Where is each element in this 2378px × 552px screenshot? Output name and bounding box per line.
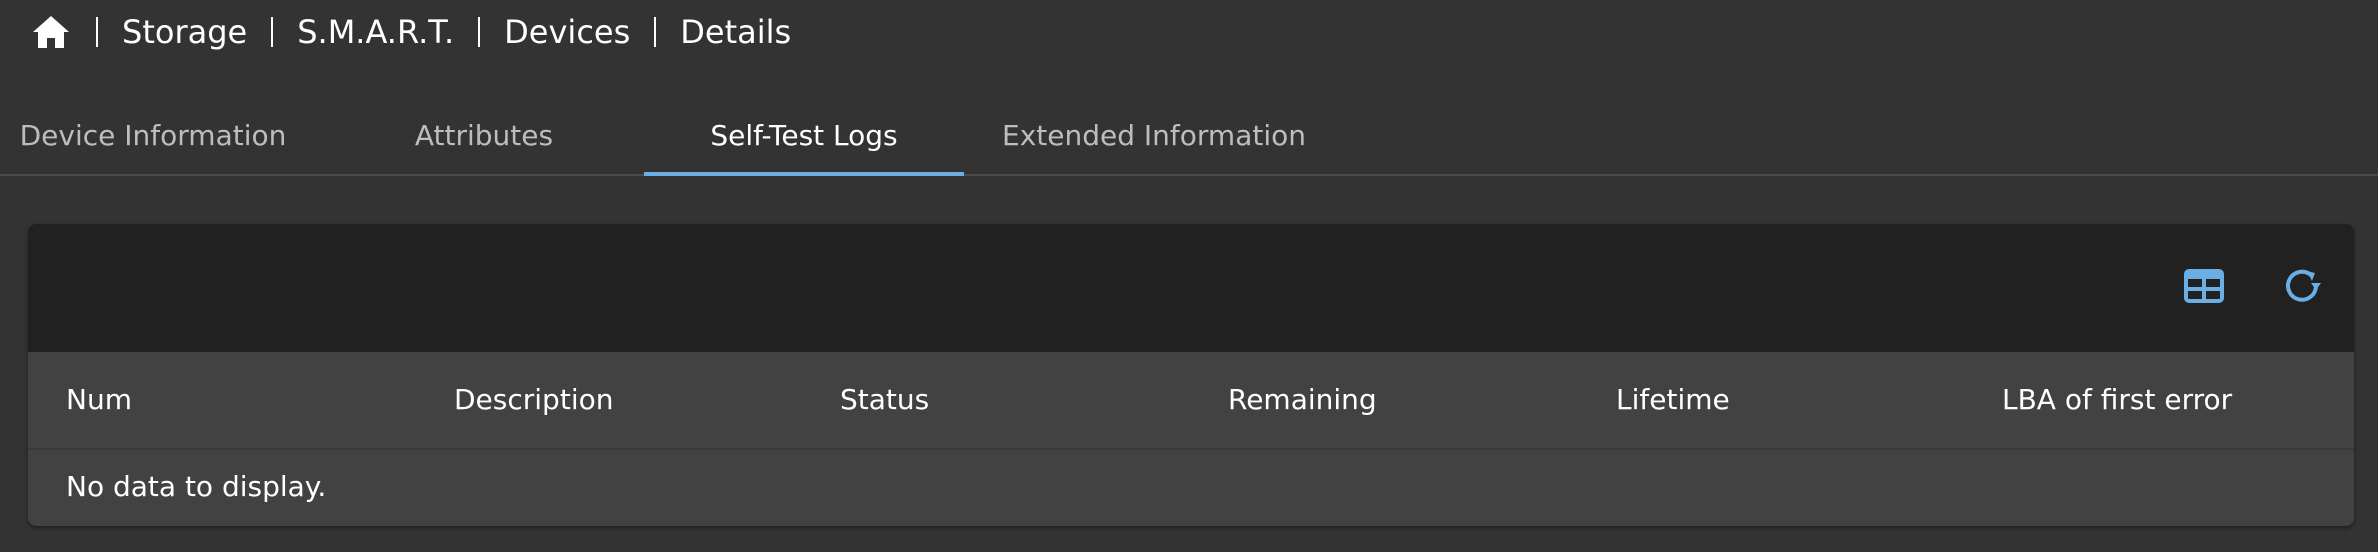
breadcrumb-separator (271, 17, 274, 47)
refresh-button[interactable] (2276, 262, 2328, 314)
table-empty-row: No data to display. (28, 450, 2354, 524)
table-columns-icon (2184, 269, 2224, 307)
tab-extended-information[interactable]: Extended Information (996, 96, 1312, 174)
tab-attributes-label: Attributes (414, 118, 554, 152)
breadcrumb-storage-label[interactable]: Storage (122, 13, 247, 51)
column-header-status[interactable]: Status (840, 383, 929, 416)
active-tab-indicator (644, 172, 964, 176)
tab-self-test-logs[interactable]: Self-Test Logs (644, 96, 964, 176)
tab-device-information[interactable]: Device Information (0, 96, 306, 174)
column-header-description[interactable]: Description (454, 383, 613, 416)
breadcrumb: Storage S.M.A.R.T. Devices Details (30, 12, 815, 52)
breadcrumb-details-label: Details (680, 13, 792, 51)
breadcrumb-details: Details (654, 13, 815, 51)
empty-message: No data to display. (66, 470, 327, 503)
breadcrumb-storage[interactable]: Storage (96, 13, 271, 51)
breadcrumb-separator (478, 17, 481, 47)
breadcrumb-separator (654, 17, 657, 47)
breadcrumb-smart-label[interactable]: S.M.A.R.T. (297, 13, 454, 51)
tab-device-information-label: Device Information (19, 118, 287, 152)
tab-attributes[interactable]: Attributes (356, 96, 612, 174)
tab-self-test-logs-label: Self-Test Logs (710, 118, 898, 152)
tab-bar: Device Information Attributes Self-Test … (0, 96, 2378, 176)
table-header-row: Num Description Status Remaining Lifetim… (28, 351, 2354, 449)
breadcrumb-devices-label[interactable]: Devices (504, 13, 630, 51)
table-columns-button[interactable] (2178, 262, 2230, 314)
breadcrumb-separator (96, 17, 98, 47)
table-toolbar (28, 224, 2354, 352)
breadcrumb-devices[interactable]: Devices (478, 13, 654, 51)
column-header-num[interactable]: Num (66, 383, 132, 416)
home-icon[interactable] (30, 13, 72, 51)
tab-extended-information-label: Extended Information (1002, 118, 1306, 152)
breadcrumb-smart[interactable]: S.M.A.R.T. (271, 13, 478, 51)
table-header: Num Description Status Remaining Lifetim… (28, 352, 2354, 450)
column-header-lba-of-first-error[interactable]: LBA of first error (2002, 383, 2232, 416)
self-test-logs-panel: Num Description Status Remaining Lifetim… (28, 224, 2354, 526)
column-header-remaining[interactable]: Remaining (1228, 383, 1377, 416)
column-header-lifetime[interactable]: Lifetime (1616, 383, 1730, 416)
refresh-icon (2281, 265, 2323, 311)
